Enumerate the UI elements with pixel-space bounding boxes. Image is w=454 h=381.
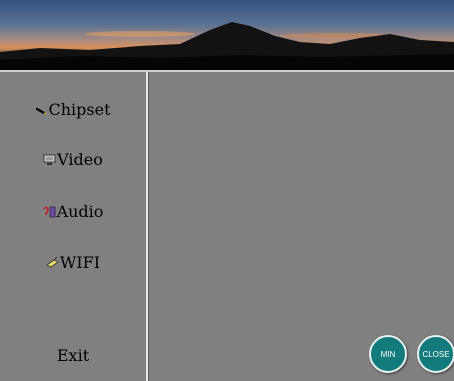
audio-icon [42,205,56,218]
sidebar: Chipset Video Audio WIFI Exit [0,72,146,381]
sidebar-item-label: WIFI [59,252,101,272]
exit-button[interactable]: Exit [0,340,146,370]
sidebar-item-wifi[interactable]: WIFI [0,247,146,277]
sidebar-item-label: Audio [56,201,104,221]
minimize-button[interactable]: MIN [369,335,407,373]
header-banner-image [0,0,454,71]
sidebar-item-chipset[interactable]: Chipset [0,94,146,124]
wifi-icon [46,256,59,269]
chipset-icon [35,103,47,115]
sidebar-item-label: Chipset [48,99,111,119]
sidebar-item-label: Video [57,149,103,169]
sidebar-item-video[interactable]: Video [0,144,146,174]
content-panel [149,72,454,381]
sidebar-divider [146,72,148,381]
sidebar-item-audio[interactable]: Audio [0,196,146,226]
app-window: Chipset Video Audio WIFI Exit MIN CLOSE [0,0,454,381]
close-button[interactable]: CLOSE [417,335,454,373]
video-icon [43,153,56,166]
